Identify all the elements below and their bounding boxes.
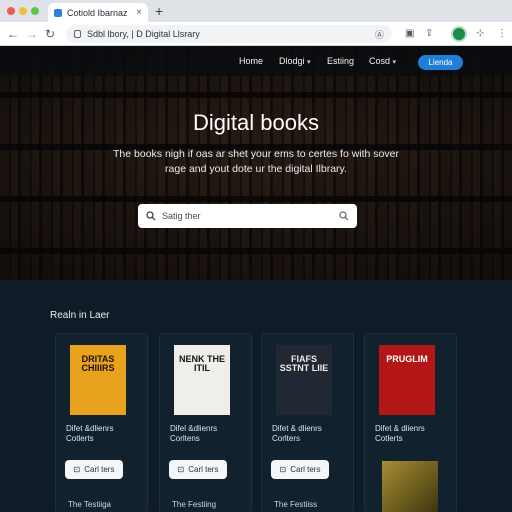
cart-icon: ⊡ [279, 465, 287, 474]
book-cover[interactable]: DRITAS CHIIIRS [70, 345, 126, 415]
book-card[interactable]: NENK THE ITIL Difel &dlienrs Corltens ⊡ Carl… [159, 333, 252, 512]
book-cover[interactable]: PRUGLIM [379, 345, 435, 415]
url-text: Sdbl lbory, | D Digital Llsrary [87, 29, 200, 39]
window-controls [7, 7, 39, 15]
nav-dropdown-1-label: Dlodgi [279, 56, 305, 66]
book-cover-title: PRUGLIM [386, 354, 428, 364]
reload-icon[interactable]: ↻ [45, 26, 55, 42]
translate-icon[interactable]: Ⓐ [375, 28, 384, 41]
screenshot-icon[interactable]: ▣ [405, 27, 414, 41]
button-label: Carl ters [84, 465, 115, 474]
book-title: Difet &dlienrs [66, 424, 114, 433]
book-cover-title: DRITAS CHIIIRS [81, 354, 115, 373]
add-to-cart-button[interactable]: ⊡ Carl ters [271, 460, 329, 479]
search-submit-icon[interactable] [339, 211, 349, 221]
lock-icon [74, 30, 81, 38]
hero-subtitle: The books nigh if oas ar shet your ems t… [113, 148, 399, 175]
cart-icon: ⊡ [73, 465, 81, 474]
book-title: Difet & dlienrs [272, 424, 322, 433]
nav-home[interactable]: Home [239, 56, 263, 66]
address-bar: ← → ↻ Sdbl lbory, | D Digital Llsrary Ⓐ … [0, 22, 512, 46]
book-footer-text: The Festiing [172, 500, 217, 509]
nav-dropdown-2[interactable]: Cosd ▾ [369, 56, 396, 66]
extensions-icon[interactable]: ⊹ [476, 27, 484, 41]
button-label: Carl ters [290, 465, 321, 474]
back-arrow-icon[interactable]: ← [7, 26, 19, 42]
tab-title: Cotiold Ibarnaz [67, 7, 128, 18]
search-placeholder: Satig ther [162, 211, 201, 221]
book-subtitle: Cotlerts [66, 434, 94, 443]
favicon-icon [54, 8, 62, 17]
button-label: Carl ters [188, 465, 219, 474]
site-navbar: Home Dlodgi ▾ Estiing Cosd ▾ Lienda [0, 46, 512, 76]
profile-avatar[interactable] [451, 26, 467, 42]
book-cover-title: FIAFS SSTNT LIIE [279, 354, 329, 373]
search-input[interactable]: Satig ther [138, 204, 357, 228]
maximize-window-button[interactable] [31, 7, 39, 15]
book-subtitle: Corltens [170, 434, 200, 443]
book-footer-text: The Testiiga [68, 500, 111, 509]
book-footer-text: The Festiiss [274, 500, 318, 509]
login-button[interactable]: Lienda [418, 55, 463, 70]
section-title: Realn in Laer [50, 310, 110, 321]
share-icon[interactable]: ⇪ [425, 27, 433, 41]
hero-title: Digital books [193, 110, 319, 135]
browser-tab[interactable]: Cotiold Ibarnaz × [48, 3, 148, 22]
nav-dropdown-2-label: Cosd [369, 56, 391, 66]
new-tab-icon[interactable]: + [155, 3, 163, 19]
book-subtitle: Cotlerts [375, 434, 403, 443]
chevron-down-icon: ▾ [392, 59, 397, 66]
menu-kebab-icon[interactable]: ⋮ [497, 27, 507, 41]
book-cover[interactable]: NENK THE ITIL [174, 345, 230, 415]
book-title: Difel &dlienrs [170, 424, 218, 433]
add-to-cart-button[interactable]: ⊡ Carl ters [169, 460, 227, 479]
nav-link-3[interactable]: Estiing [327, 56, 354, 66]
book-cover-title: NENK THE ITIL [178, 354, 225, 373]
add-to-cart-button[interactable]: ⊡ Carl ters [65, 460, 123, 479]
forward-arrow-icon[interactable]: → [26, 26, 38, 42]
minimize-window-button[interactable] [19, 7, 27, 15]
url-input[interactable]: Sdbl lbory, | D Digital Llsrary Ⓐ [66, 25, 392, 43]
nav-dropdown-1[interactable]: Dlodgi ▾ [279, 56, 311, 66]
browser-tab-strip: Cotiold Ibarnaz × + [0, 0, 512, 22]
book-subtitle: Corlters [272, 434, 301, 443]
book-cover[interactable]: FIAFS SSTNT LIIE [276, 345, 332, 415]
hero-banner: Home Dlodgi ▾ Estiing Cosd ▾ Lienda Digi… [0, 46, 512, 280]
tab-close-icon[interactable]: × [136, 7, 142, 18]
close-window-button[interactable] [7, 7, 15, 15]
search-icon [146, 211, 156, 221]
book-title: Difet & dlienrs [375, 424, 425, 433]
book-card[interactable]: FIAFS SSTNT LIIE Difet & dlienrs Corlters ⊡… [261, 333, 354, 512]
cart-icon: ⊡ [177, 465, 185, 474]
book-card[interactable]: DRITAS CHIIIRS Difet &dlienrs Cotlerts ⊡ Car… [55, 333, 148, 512]
book-cover-partial[interactable] [382, 461, 438, 512]
chevron-down-icon: ▾ [307, 59, 311, 66]
